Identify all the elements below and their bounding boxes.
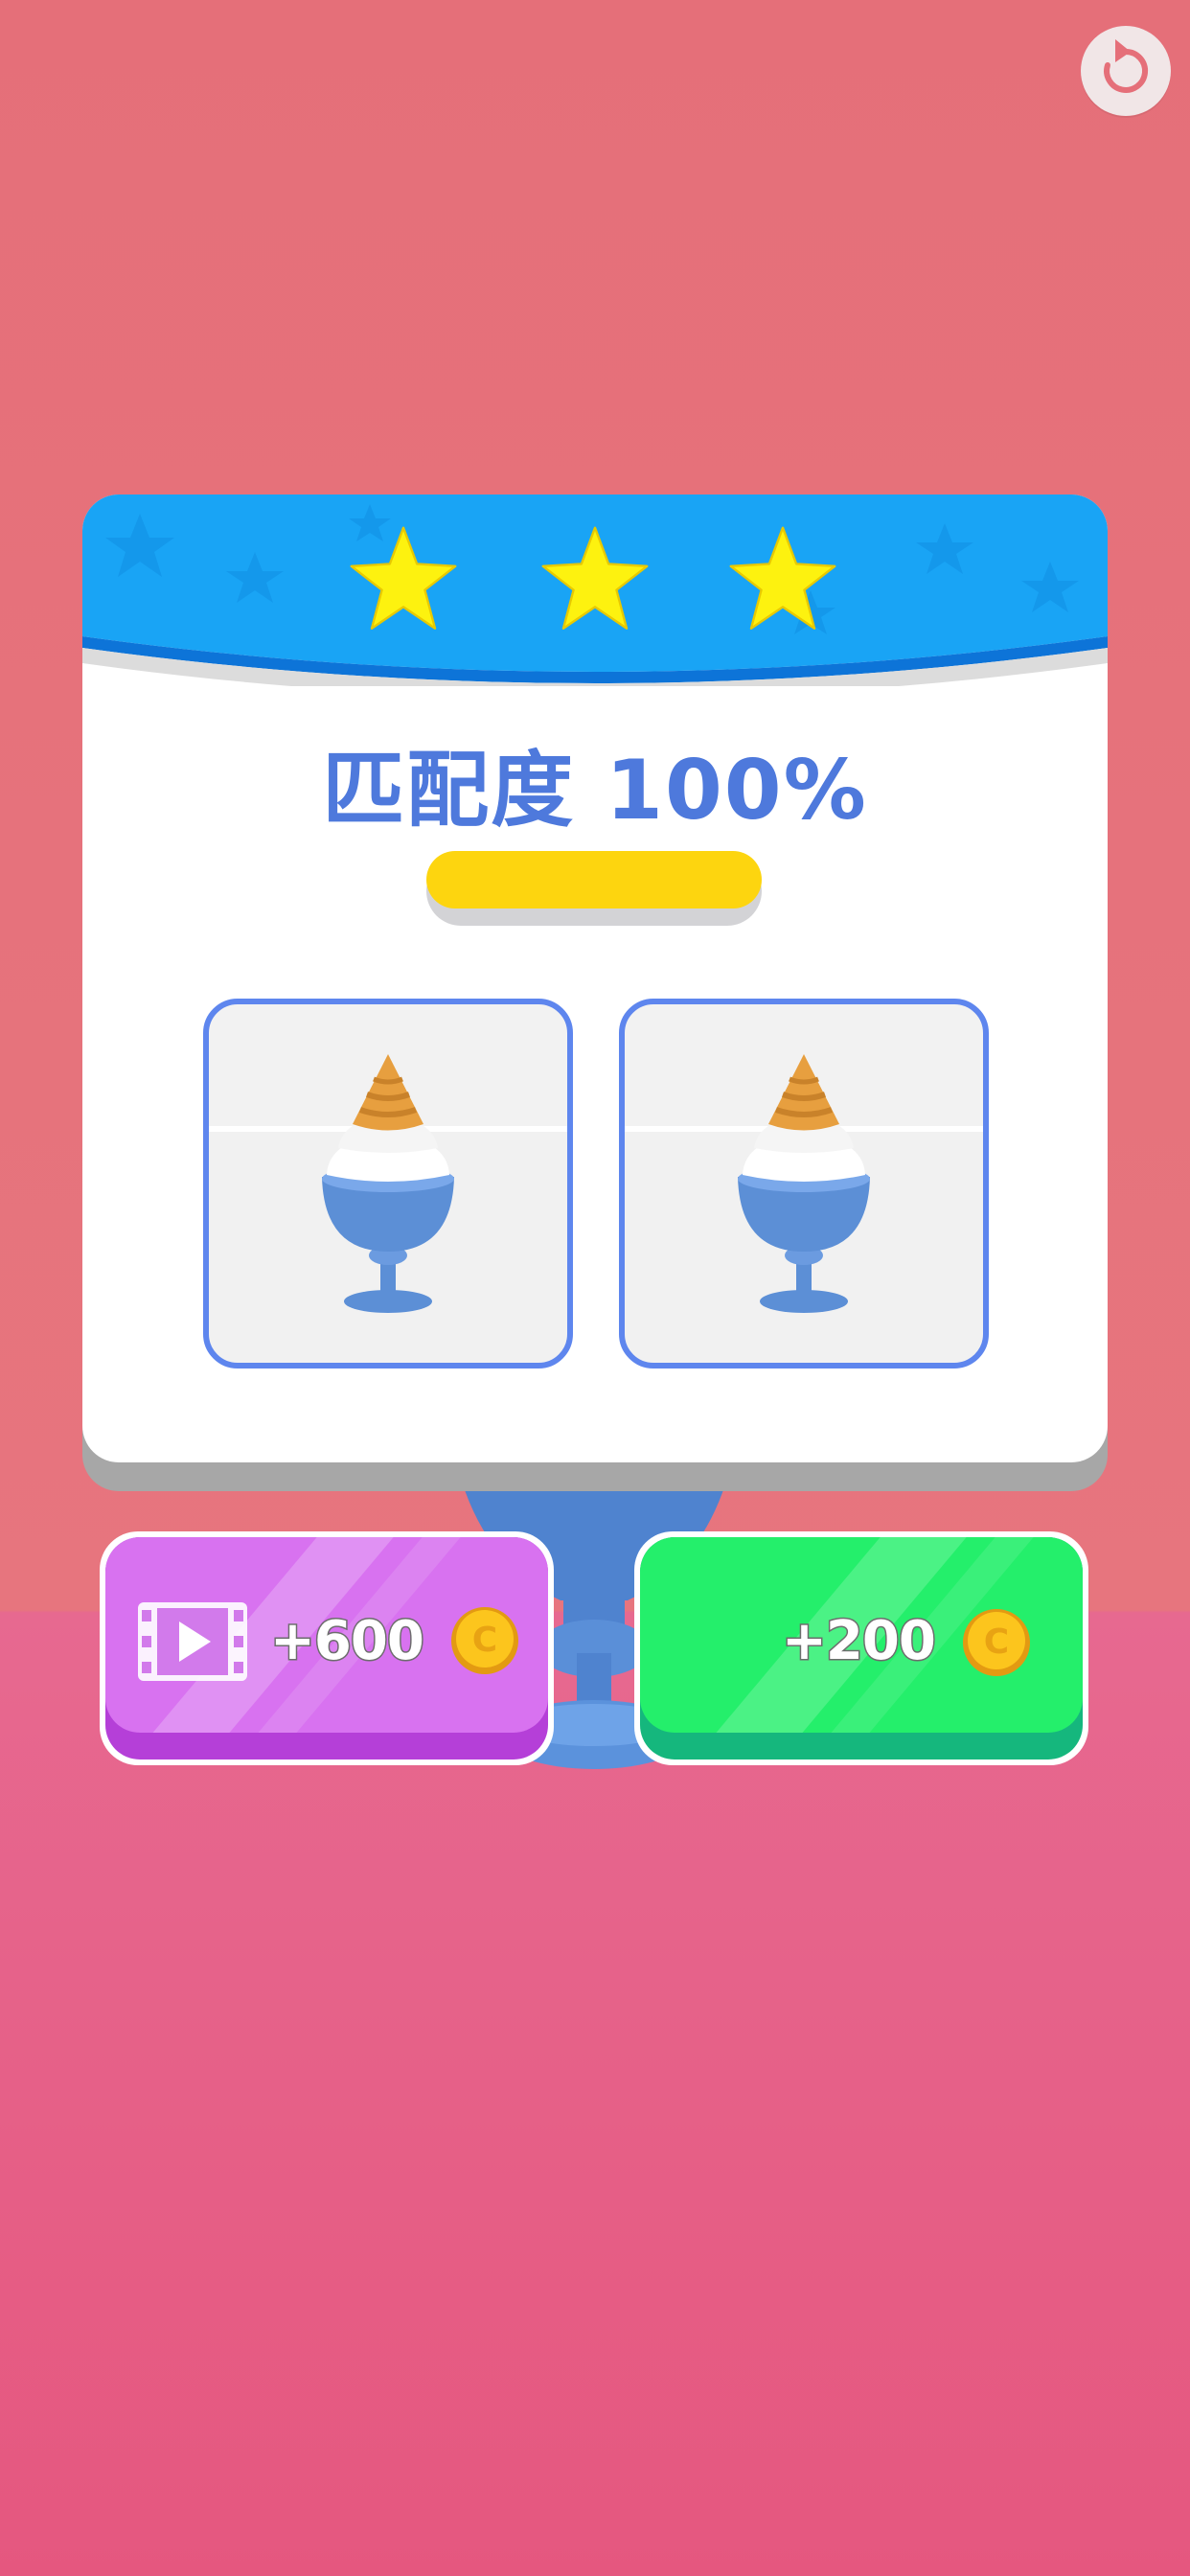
coin-icon: C (451, 1607, 518, 1674)
svg-text:C: C (472, 1621, 497, 1660)
collect-reward-label: +200 (781, 1609, 938, 1674)
svg-text:C: C (984, 1622, 1009, 1662)
restart-button[interactable] (1081, 26, 1171, 116)
video-icon (138, 1602, 247, 1681)
match-percentage-title: 匹配度 100% (322, 743, 868, 839)
result-card: 匹配度 100% (82, 494, 1108, 1462)
star-icon (729, 526, 836, 630)
dessert-goblet-image (738, 1054, 870, 1313)
restart-icon (1104, 39, 1149, 93)
video-reward-label: +600 (269, 1609, 426, 1674)
target-dessert-panel (203, 999, 573, 1368)
dessert-goblet-image (322, 1054, 454, 1313)
coin-icon: C (963, 1609, 1030, 1676)
player-dessert-panel (619, 999, 989, 1368)
star-icon (350, 526, 457, 630)
video-reward-button[interactable]: +600 C (100, 1531, 554, 1765)
collect-reward-button[interactable]: +200 C (634, 1531, 1088, 1765)
star-icon (541, 526, 649, 630)
match-progress-fill (426, 851, 762, 908)
